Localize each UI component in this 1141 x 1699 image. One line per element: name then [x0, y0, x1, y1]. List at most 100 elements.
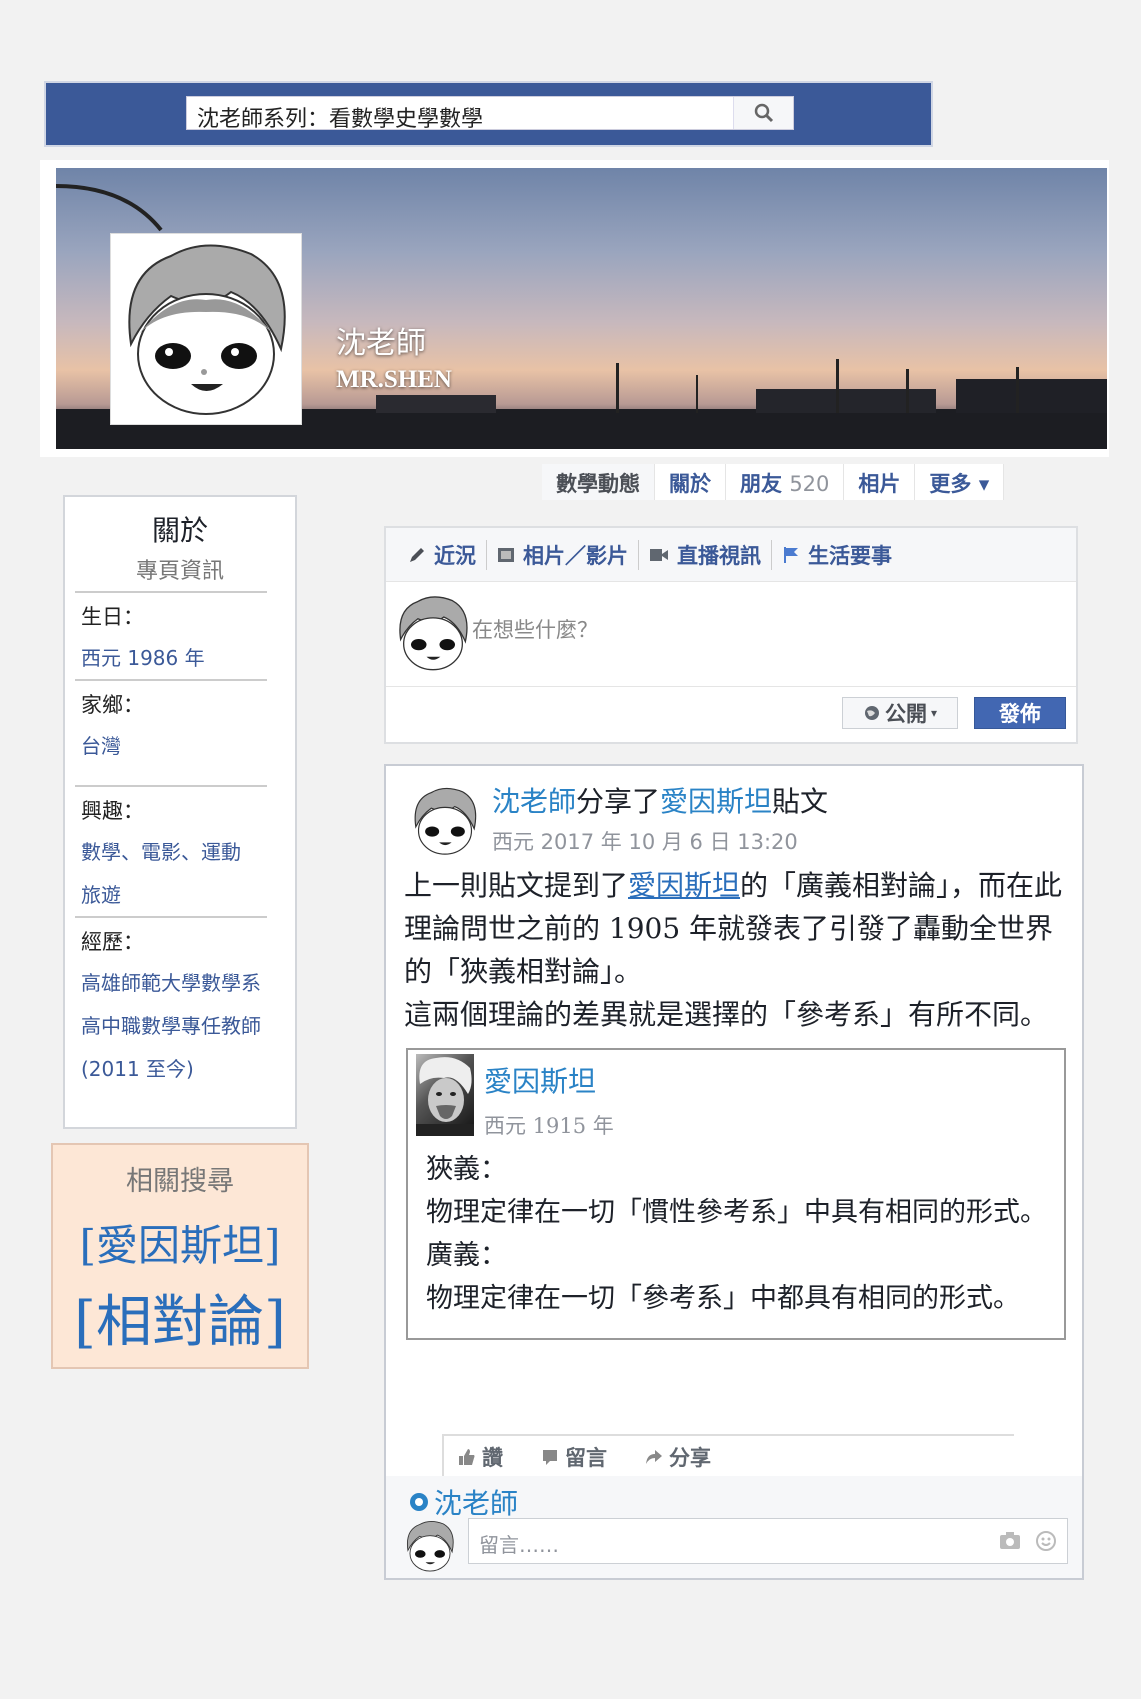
related-link-einstein[interactable]: [愛因斯坦]	[53, 1212, 307, 1273]
like-button[interactable]: 讚	[458, 1442, 503, 1472]
post-composer: 近況 相片／影片 直播視訊 生活要事 在想些什麼？ 公開 ▾ 發佈	[384, 526, 1078, 744]
hometown-value[interactable]: 台灣	[65, 724, 295, 785]
profile-picture[interactable]	[110, 233, 302, 425]
profile-nav-tabs: 數學動態 關於 朋友 520 相片 更多 ▾	[542, 464, 1005, 500]
tab-friends[interactable]: 朋友 520	[726, 464, 845, 500]
post-source-link[interactable]: 愛因斯坦	[660, 785, 772, 818]
camera-icon[interactable]	[999, 1530, 1021, 1550]
comment-input[interactable]: 留言……	[468, 1518, 1068, 1564]
search-input[interactable]: 沈老師系列：看數學史學數學	[186, 96, 794, 132]
comment-placeholder: 留言……	[479, 1533, 559, 1557]
privacy-selector[interactable]: 公開 ▾	[842, 697, 958, 729]
friends-count: 520	[789, 472, 830, 496]
composer-tab-label: 近況	[434, 543, 476, 568]
composer-tab-label: 相片／影片	[523, 543, 628, 568]
quote-line: 廣義：	[426, 1240, 507, 1271]
quote-line: 狹義：	[426, 1154, 507, 1185]
related-link-relativity[interactable]: [相對論]	[53, 1277, 307, 1358]
composer-footer: 公開 ▾ 發佈	[386, 686, 1076, 742]
comment-label: 留言	[565, 1446, 607, 1470]
divider	[442, 1434, 444, 1478]
photo-icon	[498, 547, 514, 562]
quoted-body: 狹義： 物理定律在一切「慣性參考系」中具有相同的形式。 廣義： 物理定律在一切「…	[426, 1148, 1056, 1320]
divider	[442, 1434, 1014, 1436]
avatar	[399, 596, 468, 671]
hometown-label: 家鄉：	[81, 693, 144, 717]
birthday-label: 生日：	[81, 605, 144, 629]
post-button[interactable]: 發佈	[974, 697, 1066, 729]
messenger-icon	[410, 1493, 428, 1511]
avatar	[406, 1520, 454, 1572]
about-subtitle: 專頁資訊	[135, 559, 224, 584]
quoted-author-link[interactable]: 愛因斯坦	[484, 1060, 596, 1100]
composer-tab-photo[interactable]: 相片／影片	[487, 539, 639, 570]
comment-icon	[543, 1450, 557, 1465]
comment-area: 沈老師 留言……	[386, 1476, 1082, 1578]
composer-tab-label: 生活要事	[808, 543, 892, 568]
about-title: 關於	[151, 514, 208, 547]
globe-icon	[864, 706, 879, 720]
like-icon	[459, 1449, 475, 1465]
quoted-post: 愛因斯坦 西元 1915 年 狹義： 物理定律在一切「慣性參考系」中具有相同的形…	[406, 1048, 1066, 1340]
top-header-bar: 沈老師系列：看數學史學數學	[44, 81, 933, 147]
search-icon	[754, 103, 773, 123]
quote-line: 物理定律在一切「慣性參考系」中具有相同的形式。	[426, 1197, 1047, 1228]
quoted-date: 西元 1915 年	[484, 1114, 614, 1138]
post-actions: 讚 留言 分享	[458, 1442, 711, 1472]
einstein-link[interactable]: 愛因斯坦	[628, 869, 740, 902]
interests-value[interactable]: 旅遊	[65, 873, 295, 916]
composer-tab-life-event[interactable]: 生活要事	[772, 540, 902, 570]
composer-tabs: 近況 相片／影片 直播視訊 生活要事	[386, 528, 1076, 582]
experience-label: 經歷：	[81, 930, 144, 954]
commenter-name: 沈老師	[434, 1487, 519, 1520]
einstein-photo[interactable]	[416, 1054, 474, 1136]
post-word: 貼文	[772, 785, 829, 818]
commenter[interactable]: 沈老師	[408, 1482, 518, 1522]
comment-icons	[999, 1530, 1057, 1552]
composer-tab-label: 直播視訊	[677, 543, 761, 568]
tab-about[interactable]: 關於	[655, 464, 726, 500]
post-body-text: 這兩個理論的差異就是選擇的「參考系」有所不同。	[404, 998, 1049, 1031]
search-button[interactable]	[733, 97, 793, 129]
share-label: 分享	[669, 1446, 711, 1470]
experience-value: (2011 至今)	[81, 1057, 194, 1081]
tab-friends-label: 朋友	[740, 472, 782, 496]
tab-more[interactable]: 更多 ▾	[915, 464, 1005, 500]
avatar	[128, 244, 286, 415]
tab-timeline[interactable]: 數學動態	[542, 464, 655, 500]
related-searches-card: 相關搜尋 [愛因斯坦] [相對論]	[51, 1143, 309, 1369]
quote-line: 物理定律在一切「參考系」中都具有相同的形式。	[426, 1283, 1020, 1314]
experience-value[interactable]: 高中職數學專任教師	[65, 1004, 295, 1047]
interests-value[interactable]: 數學、電影、運動	[65, 830, 295, 873]
birthday-value: 西元 1986 年	[81, 646, 205, 670]
post-timestamp[interactable]: 西元 2017 年 10 月 6 日 13:20	[492, 826, 798, 856]
comment-button[interactable]: 留言	[541, 1442, 607, 1472]
privacy-label: 公開	[884, 702, 927, 726]
interests-label: 興趣：	[81, 799, 144, 823]
post-body-text: 上一則貼文提到了	[404, 869, 629, 902]
share-button[interactable]: 分享	[645, 1442, 711, 1472]
search-query-text: 沈老師系列：看數學史學數學	[197, 107, 484, 132]
related-title: 相關搜尋	[126, 1166, 234, 1197]
composer-tab-status[interactable]: 近況	[398, 539, 487, 570]
post-header: 沈老師分享了愛因斯坦貼文	[492, 780, 828, 820]
flag-icon	[784, 546, 798, 563]
shared-post: 沈老師分享了愛因斯坦貼文 西元 2017 年 10 月 6 日 13:20 上一…	[384, 764, 1084, 1580]
chevron-down-icon: ▾	[930, 706, 938, 720]
post-author-link[interactable]: 沈老師	[492, 785, 576, 818]
profile-name: 沈老師	[336, 326, 426, 361]
emoji-icon[interactable]	[1035, 1530, 1057, 1552]
pencil-icon	[410, 547, 424, 562]
composer-body[interactable]: 在想些什麼？	[386, 582, 1076, 686]
like-label: 讚	[482, 1446, 503, 1470]
post-body: 上一則貼文提到了愛因斯坦的「廣義相對論」，而在此理論問世之前的 1905 年就發…	[404, 864, 1074, 1036]
share-icon	[646, 1450, 662, 1464]
about-card: 關於 專頁資訊 生日： 西元 1986 年 家鄉： 台灣 興趣： 數學、電影、運…	[63, 495, 297, 1129]
composer-input[interactable]: 在想些什麼？	[472, 614, 598, 644]
avatar[interactable]	[406, 784, 484, 858]
portrait-image	[416, 1057, 474, 1136]
experience-value[interactable]: 高雄師範大學數學系	[65, 961, 295, 1004]
tab-photos[interactable]: 相片	[844, 464, 916, 500]
composer-tab-live[interactable]: 直播視訊	[639, 539, 772, 570]
video-icon	[650, 548, 668, 561]
